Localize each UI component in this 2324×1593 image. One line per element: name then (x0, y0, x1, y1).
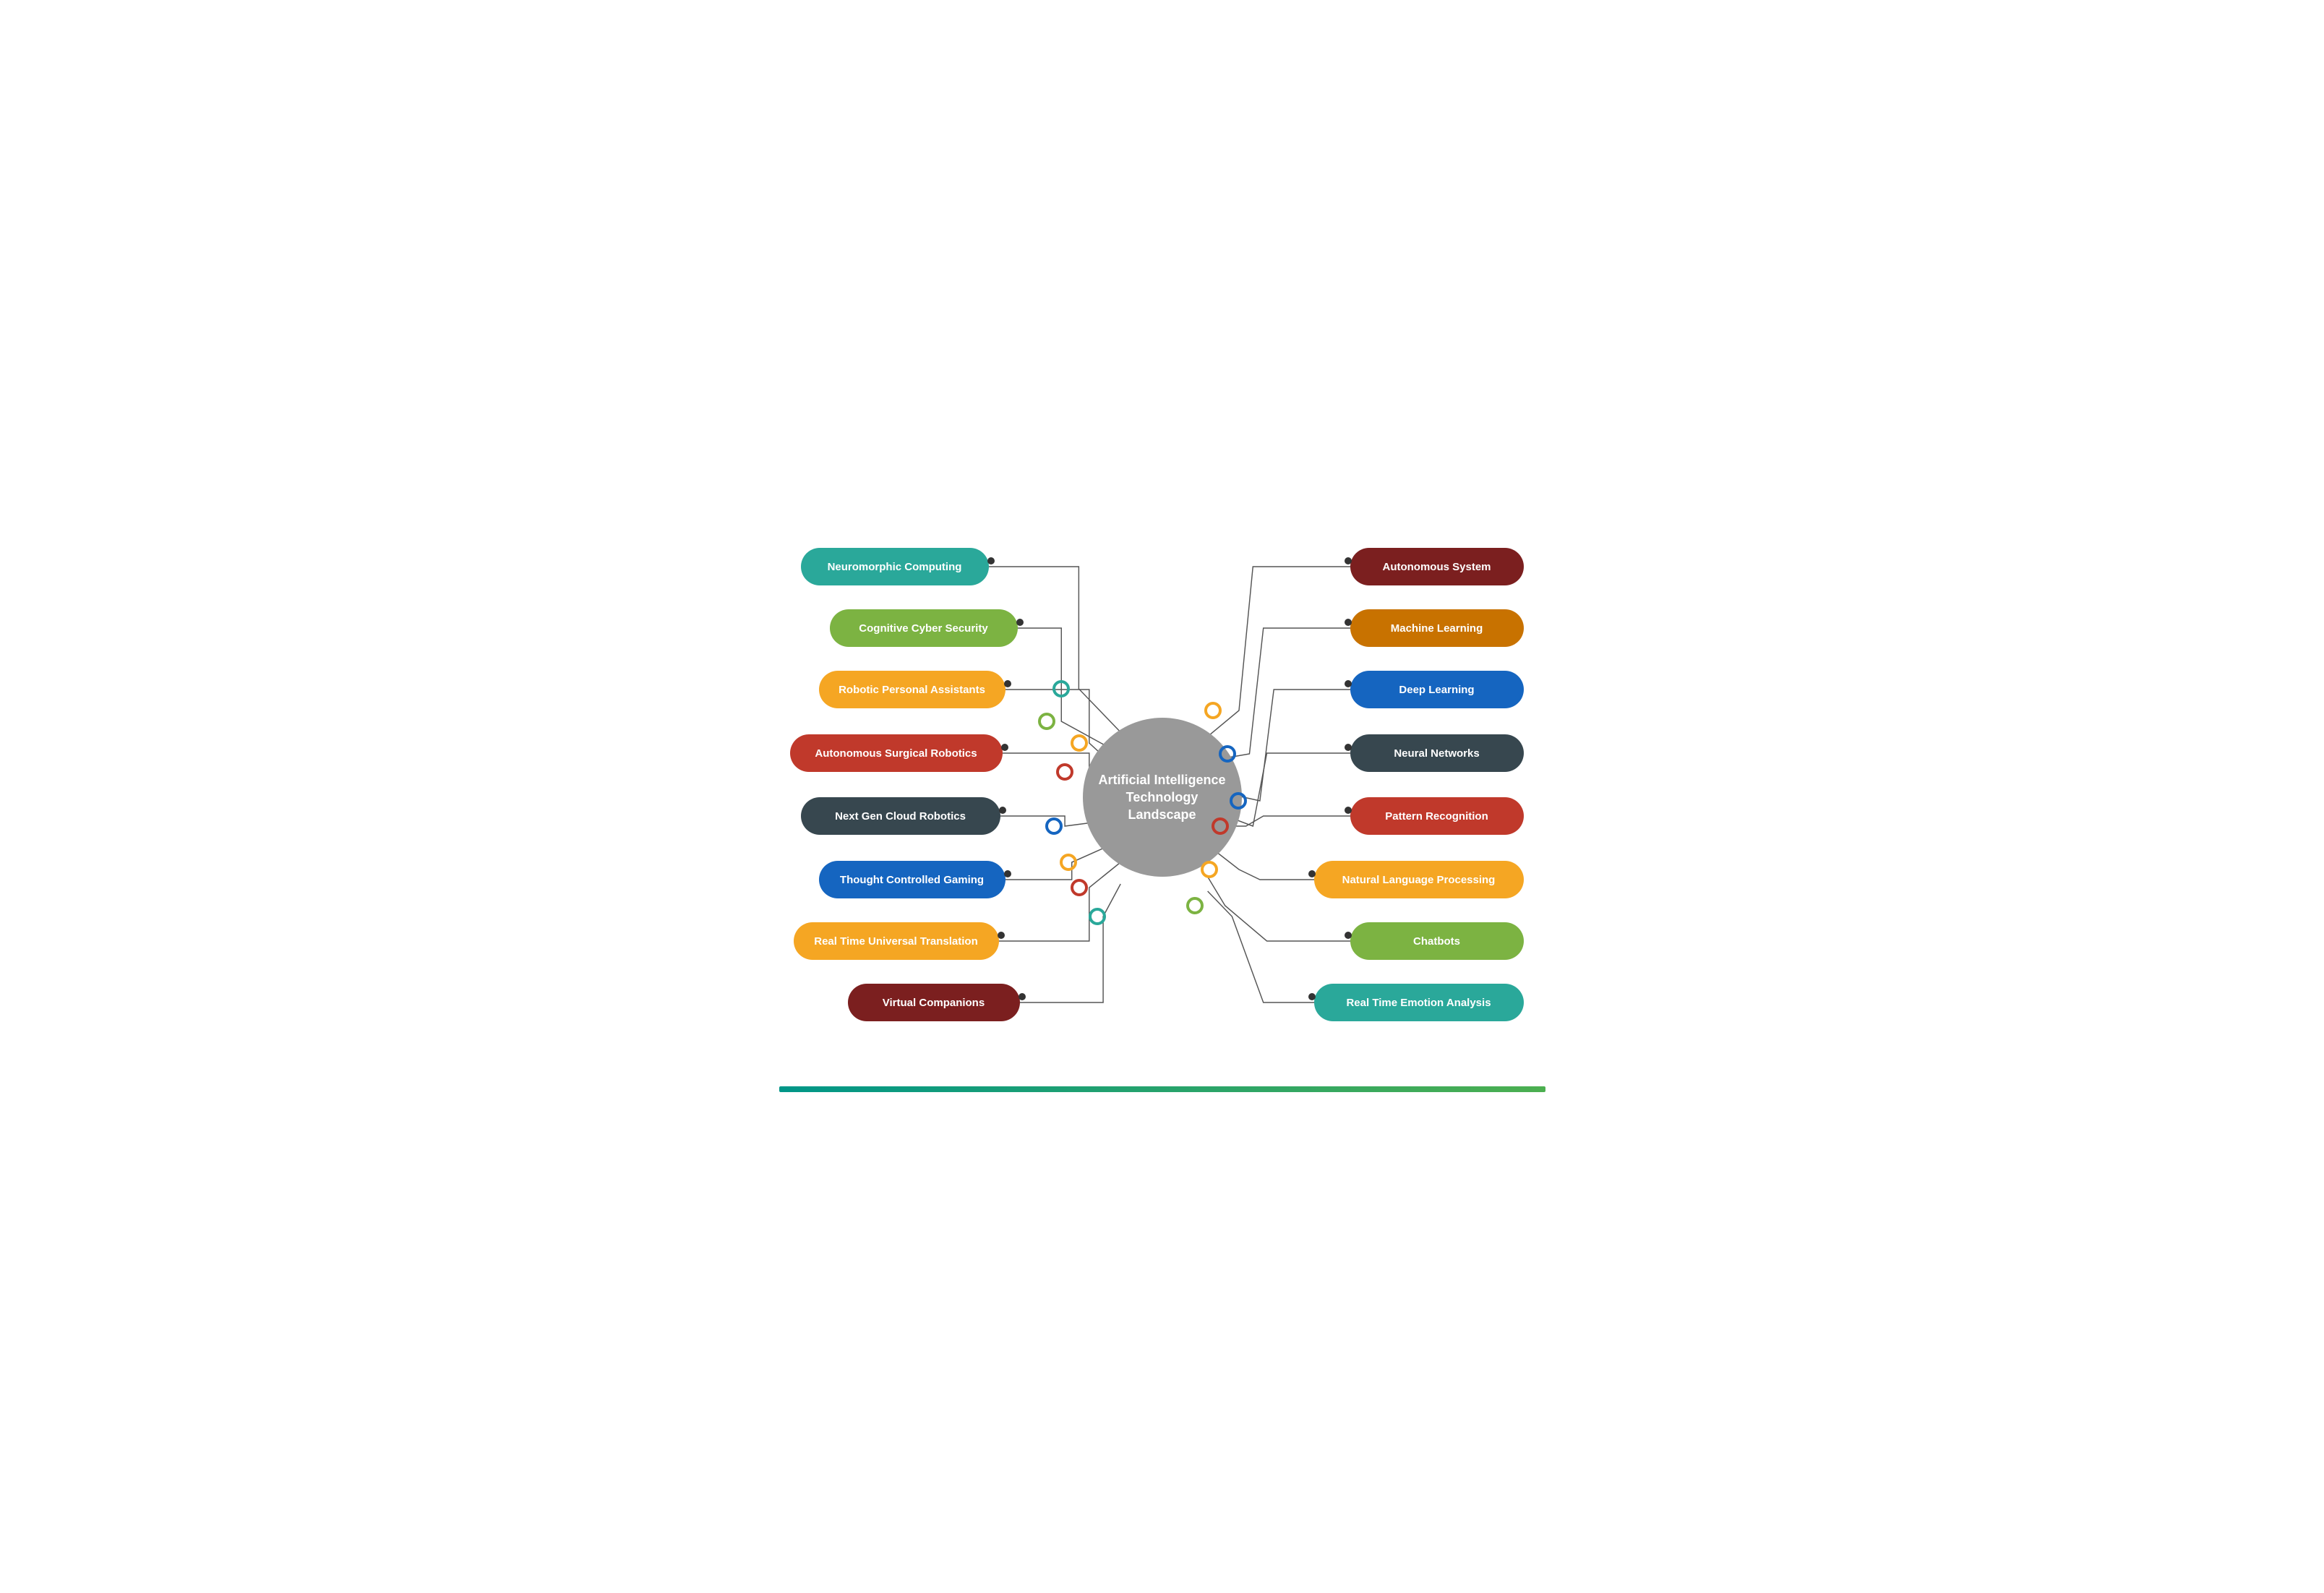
dot-thought (1004, 870, 1011, 877)
node-nn: Neural Networks (1350, 734, 1524, 772)
node-neuromorphic: Neuromorphic Computing (801, 548, 989, 585)
ring-9 (1204, 702, 1222, 719)
center-circle: Artificial Intelligence Technology Lands… (1083, 718, 1242, 877)
ring-8 (1089, 908, 1106, 925)
ring-1 (1052, 680, 1070, 697)
dot-virtual (1019, 993, 1026, 1000)
node-dl: Deep Learning (1350, 671, 1524, 708)
ring-10 (1219, 745, 1236, 763)
ring-7 (1071, 879, 1088, 896)
node-nextgen: Next Gen Cloud Robotics (801, 797, 1000, 835)
dot-nlp (1308, 870, 1316, 877)
node-emotion: Real Time Emotion Analysis (1314, 984, 1524, 1021)
node-translation: Real Time Universal Translation (794, 922, 999, 960)
dot-neuromorphic (987, 557, 995, 564)
dot-emotion (1308, 993, 1316, 1000)
node-virtual: Virtual Companions (848, 984, 1020, 1021)
dot-nextgen (999, 807, 1006, 814)
dot-cognitive (1016, 619, 1024, 626)
ring-11 (1230, 792, 1247, 810)
node-cognitive: Cognitive Cyber Security (830, 609, 1018, 647)
dot-ml (1345, 619, 1352, 626)
dot-chatbots (1345, 932, 1352, 939)
ring-2 (1038, 713, 1055, 730)
page-wrapper: Artificial Intelligence Technology Lands… (765, 486, 1560, 1107)
node-pattern: Pattern Recognition (1350, 797, 1524, 835)
dot-surgical (1001, 744, 1008, 751)
ring-4 (1056, 763, 1073, 781)
ring-3 (1071, 734, 1088, 752)
dot-nn (1345, 744, 1352, 751)
node-chatbots: Chatbots (1350, 922, 1524, 960)
ring-13 (1201, 861, 1218, 878)
dot-dl (1345, 680, 1352, 687)
dot-pattern (1345, 807, 1352, 814)
dot-robotic (1004, 680, 1011, 687)
node-autonomous: Autonomous System (1350, 548, 1524, 585)
dot-autonomous (1345, 557, 1352, 564)
bottom-bar (779, 1086, 1545, 1092)
node-surgical: Autonomous Surgical Robotics (790, 734, 1003, 772)
diagram-container: Artificial Intelligence Technology Lands… (779, 515, 1545, 1079)
ring-5 (1045, 817, 1063, 835)
node-thought: Thought Controlled Gaming (819, 861, 1006, 898)
node-robotic: Robotic Personal Assistants (819, 671, 1006, 708)
dot-translation (998, 932, 1005, 939)
node-ml: Machine Learning (1350, 609, 1524, 647)
node-nlp: Natural Language Processing (1314, 861, 1524, 898)
center-label: Artificial Intelligence Technology Lands… (1098, 771, 1225, 824)
ring-6 (1060, 854, 1077, 871)
ring-12 (1212, 817, 1229, 835)
ring-14 (1186, 897, 1204, 914)
